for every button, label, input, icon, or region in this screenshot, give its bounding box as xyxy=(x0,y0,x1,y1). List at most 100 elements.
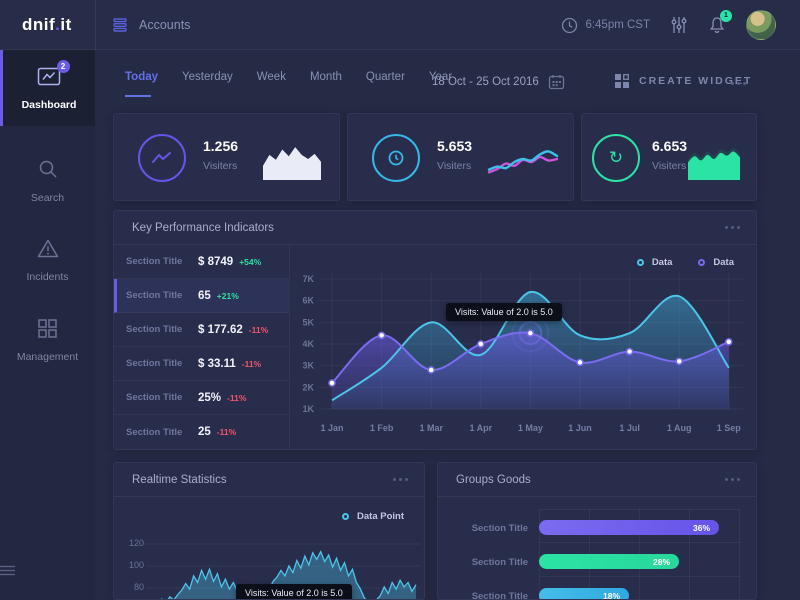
stat-value: 5.653 xyxy=(437,138,472,154)
progress-bar[interactable]: 36% xyxy=(539,520,719,535)
dual-line-sparkline xyxy=(487,134,559,182)
goal-row: Section Title 18% xyxy=(438,588,757,600)
stat-label: Visiters xyxy=(652,160,686,172)
realtime-menu-button[interactable] xyxy=(393,478,408,481)
sidebar-item-dashboard[interactable]: 2 Dashboard xyxy=(0,50,95,126)
sidebar-item-management[interactable]: Management xyxy=(0,318,95,384)
kpi-panel-title: Key Performance Indicators xyxy=(132,222,274,234)
tab-quarter[interactable]: Quarter xyxy=(366,71,405,91)
goal-row: Section Title 36% xyxy=(438,520,757,536)
gridline xyxy=(539,542,740,543)
period-tabs: Today Yesterday Week Month Quarter Year xyxy=(125,71,452,91)
kpi-row-selected[interactable]: Section Title65+21% xyxy=(114,279,289,313)
topbar: dnif.it Accounts 6:45pm CST 1 xyxy=(0,0,800,50)
svg-text:6K: 6K xyxy=(302,296,314,306)
user-avatar[interactable] xyxy=(746,10,776,40)
accounts-list-icon xyxy=(113,18,129,32)
tab-today[interactable]: Today xyxy=(125,71,158,91)
sidebar: 2 Dashboard Search Incidents Management xyxy=(0,50,95,600)
svg-text:1 Aug: 1 Aug xyxy=(667,423,692,433)
legend-item-data-cyan[interactable]: Data xyxy=(637,257,673,268)
tab-month[interactable]: Month xyxy=(310,71,342,91)
create-widget-label: CREATE WIDGET xyxy=(639,75,752,87)
clock-time: 6:45pm CST xyxy=(561,17,650,34)
chart-tooltip: Visits: Value of 2.0 is 5.0 xyxy=(236,584,352,600)
progress-bar[interactable]: 28% xyxy=(539,554,679,569)
sidebar-item-incidents[interactable]: Incidents xyxy=(0,238,95,304)
kpi-row[interactable]: Section Title$ 177.62-11% xyxy=(114,313,289,347)
gridline xyxy=(539,576,740,577)
kpi-legend: Data Data xyxy=(637,257,734,268)
stat-card-visitors-3[interactable]: ↻ 6.653 Visiters xyxy=(581,113,757,201)
create-widget-button[interactable]: CREATE WIDGET xyxy=(615,74,752,88)
svg-text:5K: 5K xyxy=(302,317,314,327)
hamburger-icon xyxy=(0,565,15,576)
svg-text:1 Feb: 1 Feb xyxy=(370,423,394,433)
date-range-picker[interactable]: 18 Oct - 25 Oct 2016 xyxy=(432,74,565,90)
app-logo[interactable]: dnif.it xyxy=(22,15,72,35)
svg-text:3K: 3K xyxy=(302,361,314,371)
groups-panel-header: Groups Goods xyxy=(438,463,756,497)
tab-yesterday[interactable]: Yesterday xyxy=(182,71,233,91)
svg-text:1 Jan: 1 Jan xyxy=(320,423,343,433)
realtime-panel: Realtime Statistics Data Point 120 100 8… xyxy=(113,462,425,600)
sidebar-item-search[interactable]: Search xyxy=(0,158,95,224)
green-area-sparkline xyxy=(686,136,742,180)
kpi-row[interactable]: Section Title25-11% xyxy=(114,415,289,449)
sidebar-collapse-button[interactable] xyxy=(0,565,95,576)
dashboard-chart-icon: 2 xyxy=(37,66,62,87)
delta-badge: +54% xyxy=(239,257,261,267)
date-range-label: 18 Oct - 25 Oct 2016 xyxy=(432,76,539,88)
refresh-icon: ↻ xyxy=(592,134,640,182)
svg-text:4K: 4K xyxy=(302,339,314,349)
stat-value: 6.653 xyxy=(652,138,687,154)
topbar-divider xyxy=(95,0,96,50)
svg-text:1 Mar: 1 Mar xyxy=(419,423,443,433)
tab-week[interactable]: Week xyxy=(257,71,286,91)
delta-badge: -11% xyxy=(217,427,236,437)
dashboard-badge: 2 xyxy=(57,60,70,73)
topbar-actions: 6:45pm CST 1 xyxy=(561,0,776,50)
kpi-menu-button[interactable] xyxy=(725,226,740,229)
create-widget-icon xyxy=(615,74,629,88)
legend-item-data-purple[interactable]: Data xyxy=(698,257,734,268)
delta-badge: -11% xyxy=(242,359,261,369)
kpi-line-chart: 7K6K5K4K3K2K1K1 Jan1 Feb1 Mar1 Apr1 May1… xyxy=(290,245,757,450)
stat-card-visitors-1[interactable]: 1.256 Visiters xyxy=(113,113,340,201)
svg-text:1 May: 1 May xyxy=(518,423,543,433)
svg-text:2K: 2K xyxy=(302,382,314,392)
stat-card-visitors-2[interactable]: 5.653 Visiters xyxy=(347,113,574,201)
kpi-table: Section Title$ 8749+54% Section Title65+… xyxy=(114,245,290,450)
mini-clock-icon xyxy=(372,134,420,182)
page-menu-button[interactable] xyxy=(731,82,746,85)
svg-text:1 Apr: 1 Apr xyxy=(469,423,492,433)
trend-zigzag-icon xyxy=(138,134,186,182)
notification-badge: 1 xyxy=(720,10,732,22)
sliders-icon[interactable] xyxy=(670,16,688,34)
delta-badge: +21% xyxy=(217,291,239,301)
nav-accounts-label: Accounts xyxy=(139,18,190,32)
chart-tooltip: Visits: Value of 2.0 is 5.0 xyxy=(446,303,562,321)
kpi-row[interactable]: Section Title$ 33.11-11% xyxy=(114,347,289,381)
kpi-row[interactable]: Section Title25%-11% xyxy=(114,381,289,415)
progress-bar[interactable]: 18% xyxy=(539,588,629,600)
time-label: 6:45pm CST xyxy=(585,19,650,31)
groups-menu-button[interactable] xyxy=(725,478,740,481)
white-area-sparkline xyxy=(261,136,323,180)
nav-accounts[interactable]: Accounts xyxy=(113,0,190,50)
grid-icon xyxy=(37,318,58,339)
notifications-button[interactable]: 1 xyxy=(708,16,726,35)
groups-panel-title: Groups Goods xyxy=(456,474,531,486)
stat-label: Visiters xyxy=(437,160,471,172)
stat-value: 1.256 xyxy=(203,138,238,154)
magnifier-icon xyxy=(37,158,59,180)
clock-icon xyxy=(561,17,578,34)
sidebar-item-label: Incidents xyxy=(0,271,95,283)
kpi-panel-header: Key Performance Indicators xyxy=(114,211,756,245)
svg-text:1 Jul: 1 Jul xyxy=(619,423,640,433)
svg-text:1 Jun: 1 Jun xyxy=(568,423,592,433)
kpi-row[interactable]: Section Title$ 8749+54% xyxy=(114,245,289,279)
gridline xyxy=(539,509,740,510)
stat-label: Visiters xyxy=(203,160,237,172)
realtime-panel-header: Realtime Statistics xyxy=(114,463,424,497)
